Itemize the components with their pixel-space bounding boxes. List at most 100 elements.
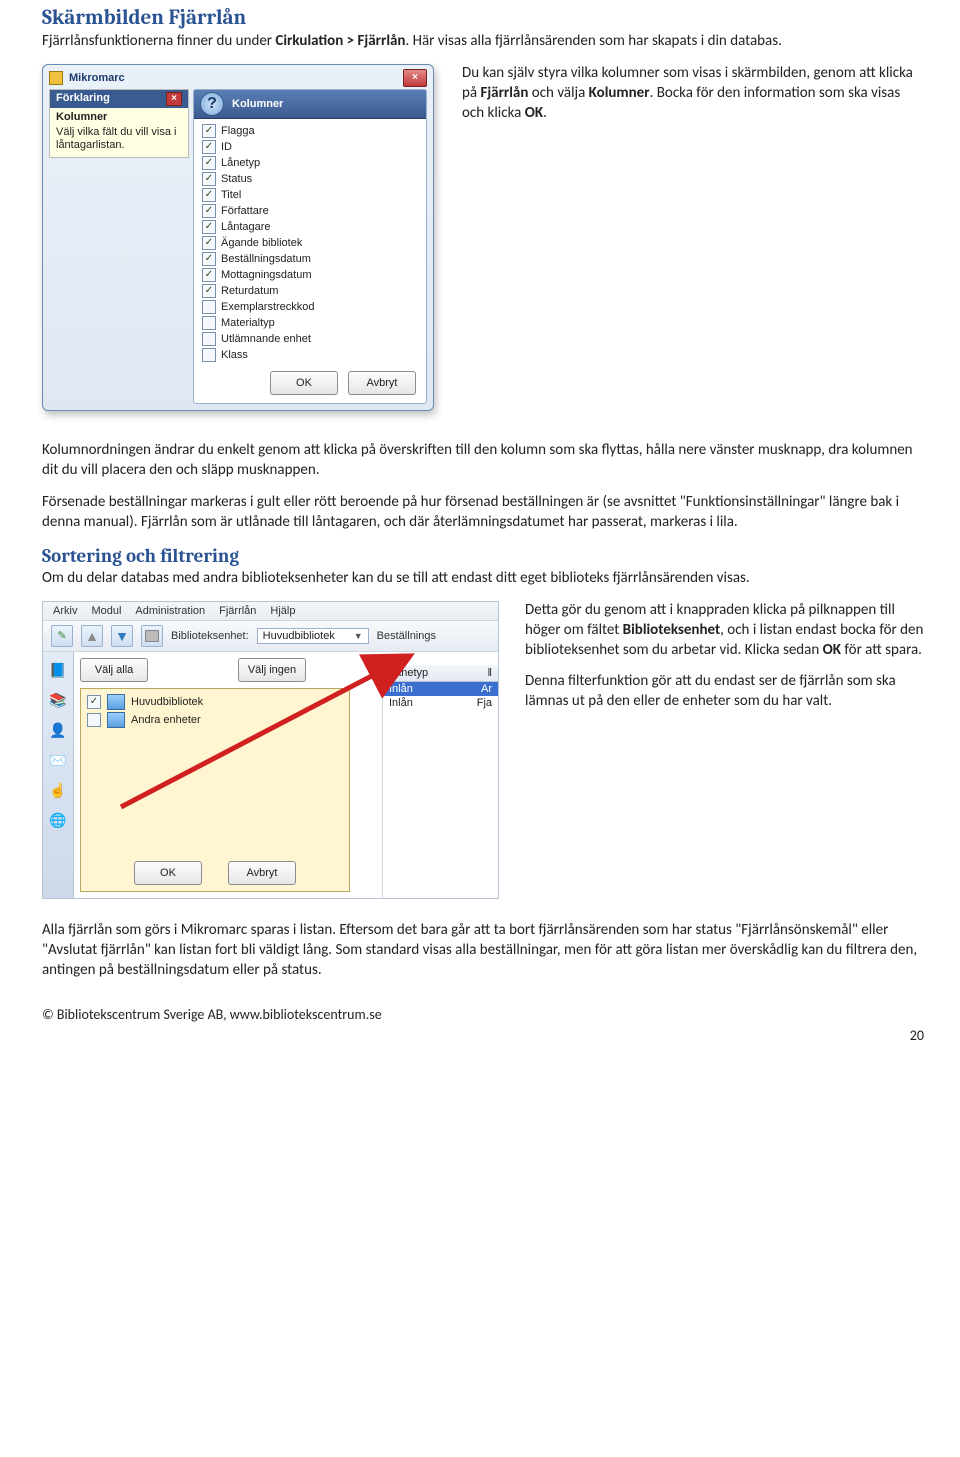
- ok-button[interactable]: OK: [270, 371, 338, 395]
- library-icon: [107, 694, 125, 710]
- shot2-right-p1: Detta gör du genom att i knappraden klic…: [525, 601, 924, 661]
- checkbox-icon[interactable]: ✓: [202, 268, 216, 282]
- mail-icon[interactable]: ✉️: [47, 750, 69, 772]
- panel-ok-button[interactable]: OK: [134, 861, 202, 885]
- checkbox-icon[interactable]: ✓: [202, 252, 216, 266]
- checkbox-icon[interactable]: [202, 348, 216, 362]
- checkbox-icon[interactable]: ✓: [202, 172, 216, 186]
- shot2-right-p2: Denna filterfunktion gör att du endast s…: [525, 672, 924, 712]
- checkbox-icon[interactable]: ✓: [202, 156, 216, 170]
- checkbox-row[interactable]: ✓Beställningsdatum: [202, 251, 418, 267]
- checkbox-icon[interactable]: ✓: [202, 140, 216, 154]
- menu-item[interactable]: Hjälp: [270, 605, 295, 617]
- checkbox-icon[interactable]: ✓: [202, 284, 216, 298]
- footer-copyright: © Bibliotekscentrum Sverige AB, www.bibl…: [42, 1006, 924, 1023]
- checkbox-row[interactable]: ✓ Låntagare: [202, 219, 418, 235]
- edit-icon[interactable]: ✎: [51, 625, 73, 647]
- checkbox-row[interactable]: Utlämnande enhet: [202, 331, 418, 347]
- print-icon[interactable]: [141, 625, 163, 647]
- checkbox-label: Returdatum: [221, 285, 278, 297]
- panel-cancel-button[interactable]: Avbryt: [228, 861, 296, 885]
- checkbox-label: Ägande bibliotek: [221, 237, 302, 249]
- down-icon[interactable]: ▼: [111, 625, 133, 647]
- checkbox-label: Mottagningsdatum: [221, 269, 312, 281]
- sort-icon: ‖: [487, 667, 492, 679]
- close-icon[interactable]: ×: [403, 69, 427, 87]
- checkbox-icon[interactable]: ✓: [202, 188, 216, 202]
- unit-dropdown-panel: ✓ Huvudbibliotek Andra enheter OK Avbryt: [80, 688, 350, 892]
- checkbox-row[interactable]: Exemplarstreckkod: [202, 299, 418, 315]
- checkbox-label: Exemplarstreckkod: [221, 301, 315, 313]
- checkbox-icon[interactable]: ✓: [202, 236, 216, 250]
- checkbox-icon[interactable]: [202, 300, 216, 314]
- checkbox-row[interactable]: ✓ Ägande bibliotek: [202, 235, 418, 251]
- checkbox-icon[interactable]: [202, 316, 216, 330]
- kolumner-window: Mikromarc × Förklaring × Kolumner Välj v…: [42, 64, 434, 411]
- globe-icon[interactable]: 🌐: [47, 810, 69, 832]
- panel-title: Kolumner: [232, 98, 283, 110]
- tooltip-body: Välj vilka fält du vill visa i låntagarl…: [56, 126, 182, 152]
- app-icon: [49, 71, 63, 85]
- checkbox-row[interactable]: ✓ Mottagningsdatum: [202, 267, 418, 283]
- menu-item[interactable]: Fjärrlån: [219, 605, 256, 617]
- checkbox-row[interactable]: ✓ ID: [202, 139, 418, 155]
- select-all-button[interactable]: Välj alla: [80, 658, 148, 682]
- checkbox-icon[interactable]: [87, 713, 101, 727]
- checkbox-label: Flagga: [221, 125, 255, 137]
- paragraph-colours: Försenade beställningar markeras i gult …: [42, 493, 924, 533]
- checkbox-row[interactable]: Klass: [202, 347, 418, 363]
- up-icon[interactable]: ▲: [81, 625, 103, 647]
- sort-intro: Om du delar databas med andra biblioteks…: [42, 569, 924, 589]
- checkbox-row[interactable]: ✓Författare: [202, 203, 418, 219]
- checkbox-label: Låntagare: [221, 221, 271, 233]
- checkbox-label: ID: [221, 141, 232, 153]
- page-number: 20: [42, 1027, 924, 1044]
- checkbox-icon[interactable]: ✓: [87, 695, 101, 709]
- filter-screenshot: ArkivModulAdministrationFjärrlånHjälp ✎ …: [42, 601, 499, 899]
- checkbox-row[interactable]: ✓ Lånetyp: [202, 155, 418, 171]
- tooltip-close-icon[interactable]: ×: [166, 92, 182, 106]
- unit-row[interactable]: ✓ Huvudbibliotek: [85, 693, 345, 711]
- menu-item[interactable]: Arkiv: [53, 605, 77, 617]
- hand-icon[interactable]: ☝️: [47, 780, 69, 802]
- checkbox-icon[interactable]: ✓: [202, 204, 216, 218]
- section-title: Skärmbilden Fjärrlån: [42, 6, 924, 30]
- window-title: Mikromarc: [69, 72, 397, 84]
- checkbox-row[interactable]: ✓ Flagga: [202, 123, 418, 139]
- checkbox-label: Utlämnande enhet: [221, 333, 311, 345]
- table-row[interactable]: InlånFja: [383, 696, 498, 710]
- help-icon[interactable]: ?: [200, 92, 224, 116]
- unit-label: Huvudbibliotek: [131, 696, 203, 708]
- checkbox-row[interactable]: Materialtyp: [202, 315, 418, 331]
- shot1-right-text: Du kan själv styra vilka kolumner som vi…: [462, 64, 924, 124]
- cancel-button[interactable]: Avbryt: [348, 371, 416, 395]
- checkbox-icon[interactable]: ✓: [202, 124, 216, 138]
- checkbox-label: Lånetyp: [221, 157, 260, 169]
- unit-label: Andra enheter: [131, 714, 201, 726]
- user-icon[interactable]: 👤: [47, 720, 69, 742]
- unit-dropdown[interactable]: Huvudbibliotek ▼: [257, 628, 369, 644]
- checkbox-row[interactable]: ✓ Returdatum: [202, 283, 418, 299]
- toolbar-next: Beställnings: [377, 630, 436, 642]
- select-none-button[interactable]: Välj ingen: [238, 658, 306, 682]
- column-header[interactable]: Lånetyp: [389, 667, 428, 679]
- checkbox-label: Titel: [221, 189, 241, 201]
- book-icon[interactable]: 📘: [47, 660, 69, 682]
- tooltip-subtitle: Kolumner: [56, 111, 182, 124]
- intro-paragraph: Fjärrlånsfunktionerna finner du under Ci…: [42, 32, 924, 52]
- menu-item[interactable]: Administration: [135, 605, 205, 617]
- paragraph-column-order: Kolumnordningen ändrar du enkelt genom a…: [42, 441, 924, 481]
- checkbox-row[interactable]: ✓ Titel: [202, 187, 418, 203]
- books-icon[interactable]: 📚: [47, 690, 69, 712]
- unit-row[interactable]: Andra enheter: [85, 711, 345, 729]
- tooltip-title: Förklaring: [56, 92, 110, 106]
- checkbox-icon[interactable]: [202, 332, 216, 346]
- menu-item[interactable]: Modul: [91, 605, 121, 617]
- table-row[interactable]: InlånAr: [383, 682, 498, 696]
- checkbox-icon[interactable]: ✓: [202, 220, 216, 234]
- checkbox-row[interactable]: ✓Status: [202, 171, 418, 187]
- subsection-title: Sortering och filtrering: [42, 545, 924, 567]
- left-sidebar: 📘 📚 👤 ✉️ ☝️ 🌐: [43, 652, 74, 898]
- library-icon: [107, 712, 125, 728]
- column-checklist: ✓Flagga✓ID✓Lånetyp✓Status✓Titel✓Författa…: [194, 119, 426, 365]
